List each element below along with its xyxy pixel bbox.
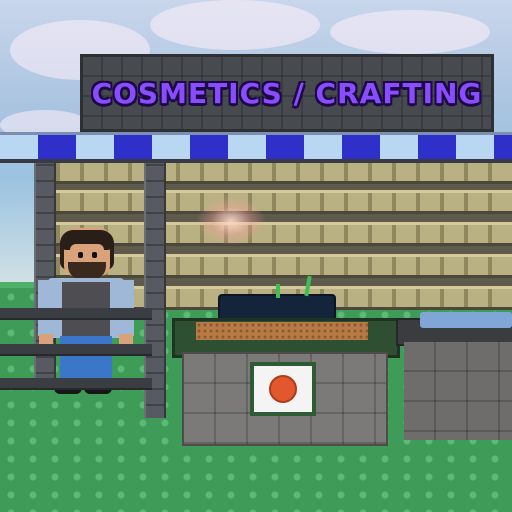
counter-rail (0, 344, 152, 356)
lens-flare (196, 196, 266, 246)
shop-sign: COSMETICS / CRAFTING (80, 54, 494, 132)
cloud (150, 0, 320, 50)
npc-eye (78, 252, 83, 258)
counter-rail (0, 378, 152, 390)
orange-circle-icon (269, 375, 297, 403)
sign-title: COSMETICS / CRAFTING (91, 76, 483, 110)
counter-item[interactable] (420, 312, 512, 328)
crafting-emblem[interactable] (250, 362, 316, 416)
npc-eye (92, 252, 97, 258)
sprout-icon (276, 284, 280, 298)
shelf-row (40, 190, 512, 214)
shelf-row (40, 160, 512, 184)
striped-awning (0, 132, 512, 163)
counter-rail (0, 308, 152, 320)
game-scene: COSMETICS / CRAFTING (0, 0, 512, 512)
npc-counter (0, 308, 152, 390)
crafting-table-surface (196, 322, 368, 340)
side-counter-base (404, 342, 512, 440)
cloud (330, 10, 490, 54)
